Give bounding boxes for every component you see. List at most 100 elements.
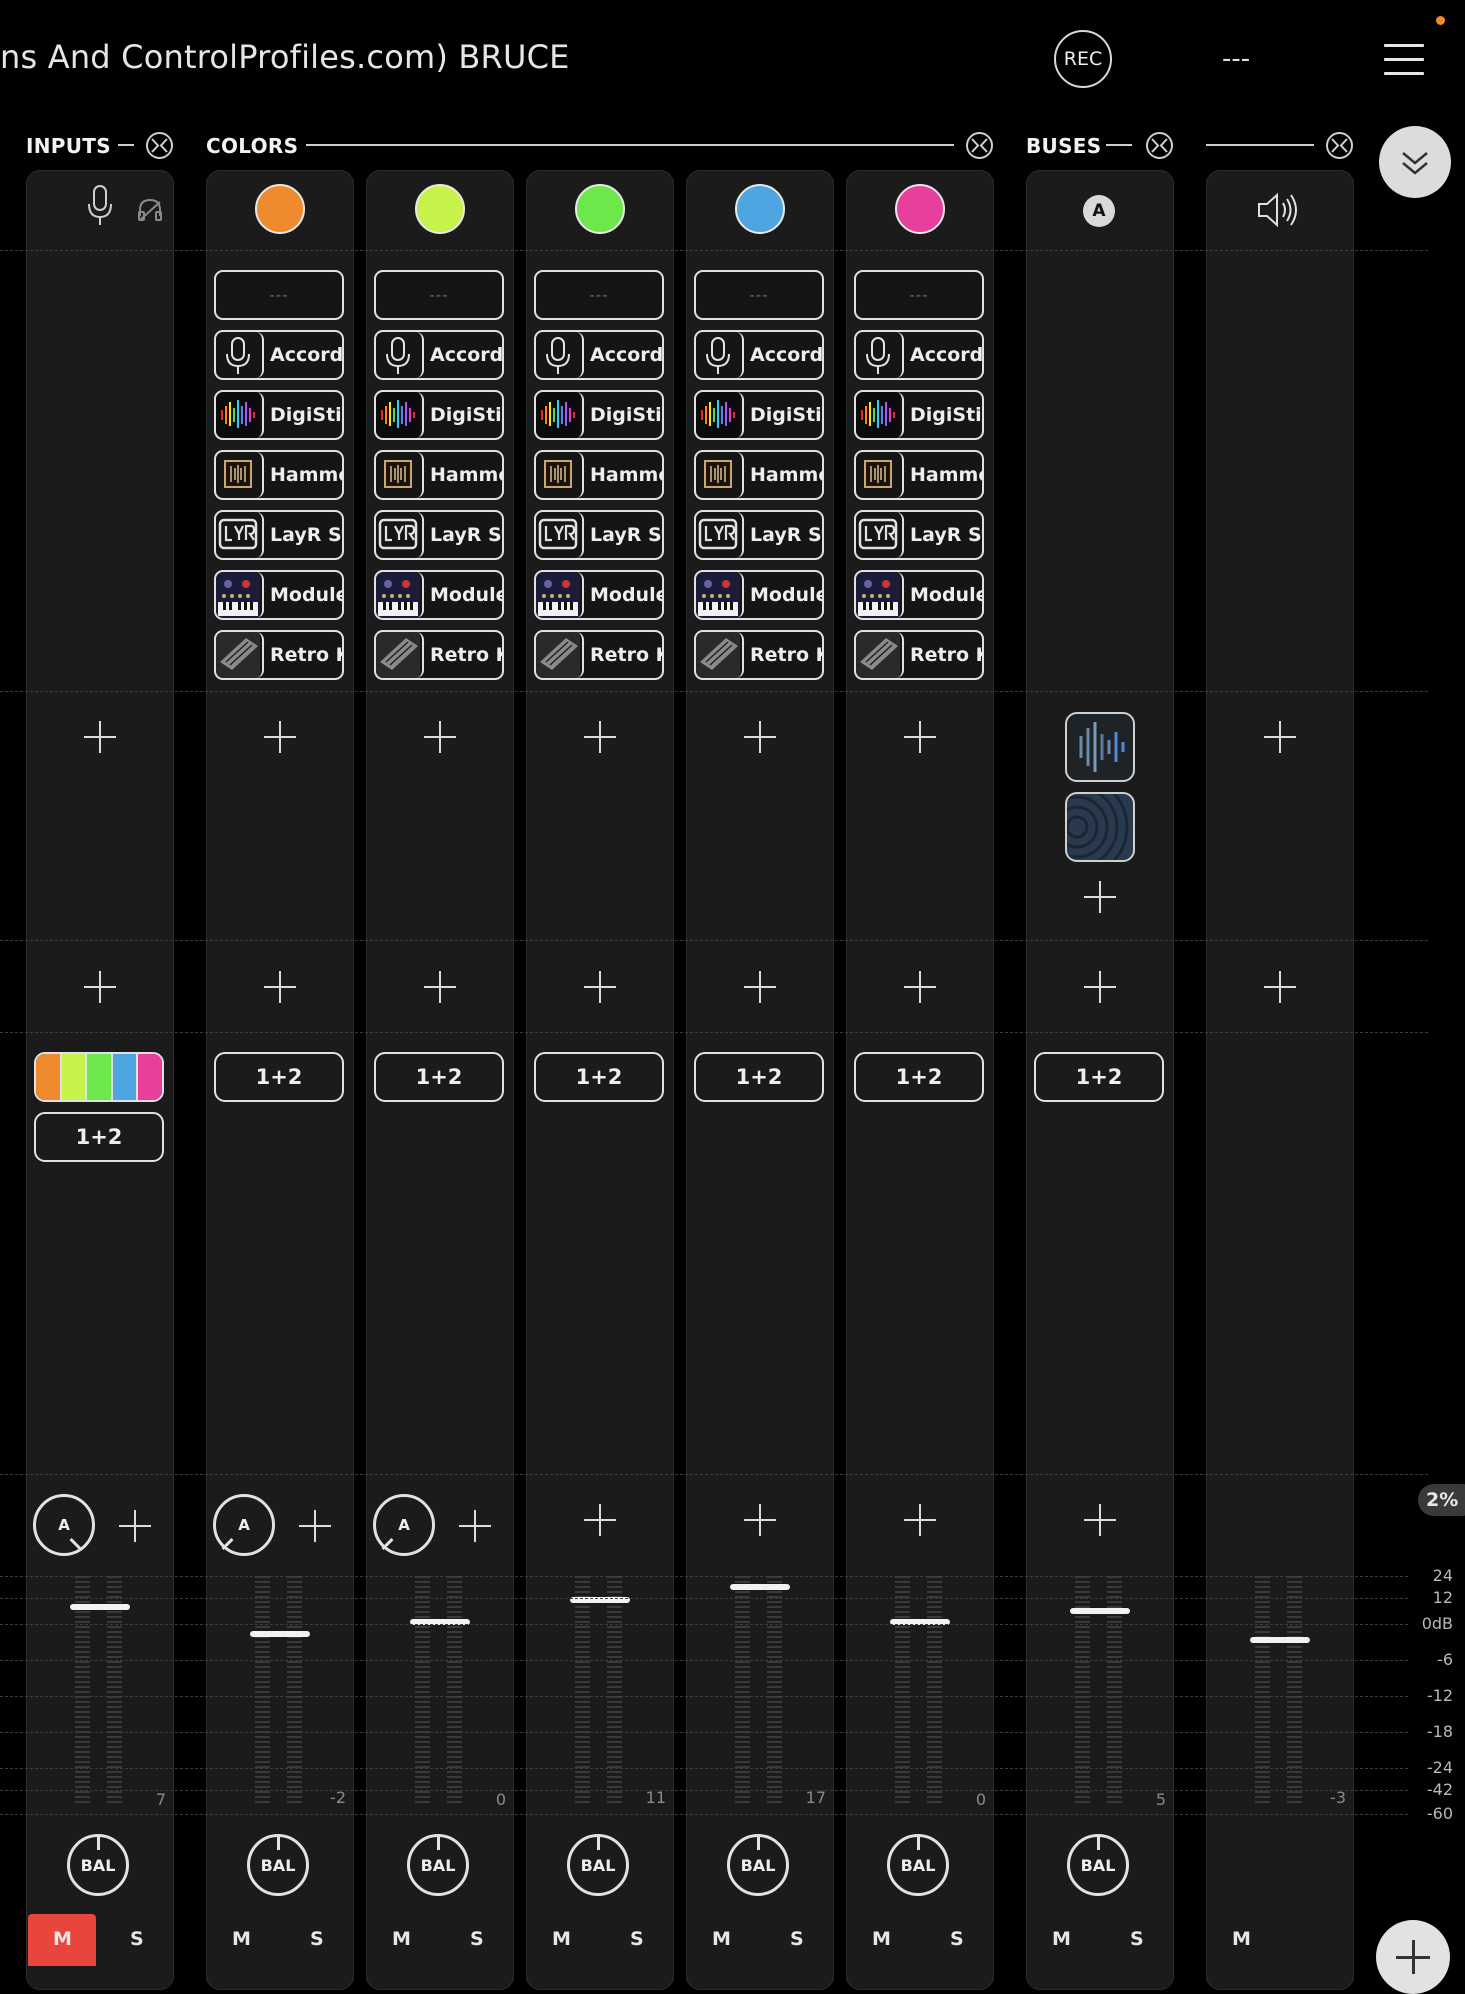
mute-button[interactable]: M (552, 1928, 571, 1950)
plugin-slot[interactable]: DigiStix (374, 390, 504, 440)
plugin-slot[interactable]: Accordi (854, 330, 984, 380)
add-send-button[interactable] (84, 971, 116, 1003)
microphone-icon[interactable] (86, 184, 114, 228)
reverb-fx-icon[interactable] (1065, 792, 1135, 862)
plugin-slot[interactable]: DigiStix (694, 390, 824, 440)
plugin-slot[interactable]: Accordi (534, 330, 664, 380)
add-send-button[interactable] (904, 971, 936, 1003)
empty-plugin-slot[interactable]: --- (214, 270, 344, 320)
plugin-slot[interactable]: DigiStix (214, 390, 344, 440)
speaker-icon[interactable] (1256, 190, 1302, 230)
plugin-slot[interactable]: Accordi (214, 330, 344, 380)
add-send-button[interactable] (1264, 971, 1296, 1003)
input-color-assign[interactable] (34, 1052, 164, 1102)
plugin-slot[interactable]: Accordi (374, 330, 504, 380)
plugin-slot[interactable]: Hammc (534, 450, 664, 500)
add-insert-button[interactable] (1084, 881, 1116, 913)
volume-fader[interactable] (1070, 1608, 1130, 1614)
add-insert-button[interactable] (264, 721, 296, 753)
add-insert-button[interactable] (584, 721, 616, 753)
colors-collapse-icon[interactable] (966, 132, 993, 159)
add-insert-button[interactable] (1264, 721, 1296, 753)
balance-knob[interactable]: BAL (567, 1834, 629, 1896)
routing-button-orange[interactable]: 1+2 (214, 1052, 344, 1102)
add-insert-button[interactable] (84, 721, 116, 753)
plugin-slot[interactable]: Module (214, 570, 344, 620)
add-automation-button[interactable] (744, 1504, 776, 1536)
solo-button[interactable]: S (790, 1928, 804, 1950)
balance-knob[interactable]: BAL (887, 1834, 949, 1896)
solo-button[interactable]: S (950, 1928, 964, 1950)
empty-plugin-slot[interactable]: --- (374, 270, 504, 320)
empty-plugin-slot[interactable]: --- (534, 270, 664, 320)
color-dot-green[interactable] (575, 184, 625, 234)
plugin-slot[interactable]: Hammc (374, 450, 504, 500)
plugin-slot[interactable]: Hammc (694, 450, 824, 500)
add-automation-button[interactable] (1084, 1504, 1116, 1536)
plugin-slot[interactable]: Hammc (214, 450, 344, 500)
add-send-button[interactable] (264, 971, 296, 1003)
plugin-slot[interactable]: Retro K (534, 630, 664, 680)
buses-collapse-icon[interactable] (1146, 132, 1173, 159)
color-dot-blue[interactable] (735, 184, 785, 234)
balance-knob[interactable]: BAL (1067, 1834, 1129, 1896)
routing-button-pink[interactable]: 1+2 (854, 1052, 984, 1102)
volume-fader[interactable] (1250, 1637, 1310, 1643)
empty-plugin-slot[interactable]: --- (694, 270, 824, 320)
mute-button[interactable]: M (1232, 1928, 1251, 1950)
solo-button[interactable]: S (310, 1928, 324, 1950)
mute-button[interactable]: M (53, 1928, 72, 1950)
mute-button[interactable]: M (1052, 1928, 1071, 1950)
color-dot-pink[interactable] (895, 184, 945, 234)
add-send-button[interactable] (584, 971, 616, 1003)
plugin-slot[interactable]: LayR St (534, 510, 664, 560)
solo-button[interactable]: S (470, 1928, 484, 1950)
master-collapse-icon[interactable] (1326, 132, 1353, 159)
routing-button-blue[interactable]: 1+2 (694, 1052, 824, 1102)
plugin-slot[interactable]: LayR St (374, 510, 504, 560)
plugin-slot[interactable]: LayR St (694, 510, 824, 560)
plugin-slot[interactable]: Module (534, 570, 664, 620)
plugin-slot[interactable]: DigiStix (534, 390, 664, 440)
add-automation-button[interactable] (459, 1510, 491, 1542)
automation-knob[interactable]: A (373, 1494, 435, 1556)
add-send-button[interactable] (1084, 971, 1116, 1003)
record-button[interactable]: REC (1054, 30, 1112, 88)
plugin-slot[interactable]: Retro K (374, 630, 504, 680)
add-automation-button[interactable] (119, 1510, 151, 1542)
solo-button[interactable]: S (130, 1928, 144, 1950)
plugin-slot[interactable]: Retro K (214, 630, 344, 680)
add-insert-button[interactable] (744, 721, 776, 753)
add-insert-button[interactable] (904, 721, 936, 753)
mute-button[interactable]: M (232, 1928, 251, 1950)
solo-button[interactable]: S (1130, 1928, 1144, 1950)
collapse-all-button[interactable] (1379, 126, 1451, 198)
plugin-slot[interactable]: Hammc (854, 450, 984, 500)
balance-knob[interactable]: BAL (407, 1834, 469, 1896)
volume-fader[interactable] (70, 1604, 130, 1610)
inputs-collapse-icon[interactable] (146, 132, 173, 159)
color-dot-orange[interactable] (255, 184, 305, 234)
plugin-slot[interactable]: Module (374, 570, 504, 620)
routing-button-bus-a[interactable]: 1+2 (1034, 1052, 1164, 1102)
routing-button-green[interactable]: 1+2 (534, 1052, 664, 1102)
plugin-slot[interactable]: Retro K (854, 630, 984, 680)
add-send-button[interactable] (744, 971, 776, 1003)
waveform-fx-icon[interactable] (1065, 712, 1135, 782)
routing-button-lime[interactable]: 1+2 (374, 1052, 504, 1102)
plugin-slot[interactable]: LayR St (854, 510, 984, 560)
add-insert-button[interactable] (424, 721, 456, 753)
automation-knob[interactable]: A (213, 1494, 275, 1556)
add-automation-button[interactable] (584, 1504, 616, 1536)
add-channel-button[interactable] (1376, 1920, 1450, 1994)
add-automation-button[interactable] (904, 1504, 936, 1536)
plugin-slot[interactable]: DigiStix (854, 390, 984, 440)
balance-knob[interactable]: BAL (727, 1834, 789, 1896)
add-send-button[interactable] (424, 971, 456, 1003)
mute-button[interactable]: M (392, 1928, 411, 1950)
color-dot-lime[interactable] (415, 184, 465, 234)
volume-fader[interactable] (730, 1584, 790, 1590)
headphones-off-icon[interactable] (136, 196, 164, 222)
balance-knob[interactable]: BAL (67, 1834, 129, 1896)
mute-button[interactable]: M (872, 1928, 891, 1950)
